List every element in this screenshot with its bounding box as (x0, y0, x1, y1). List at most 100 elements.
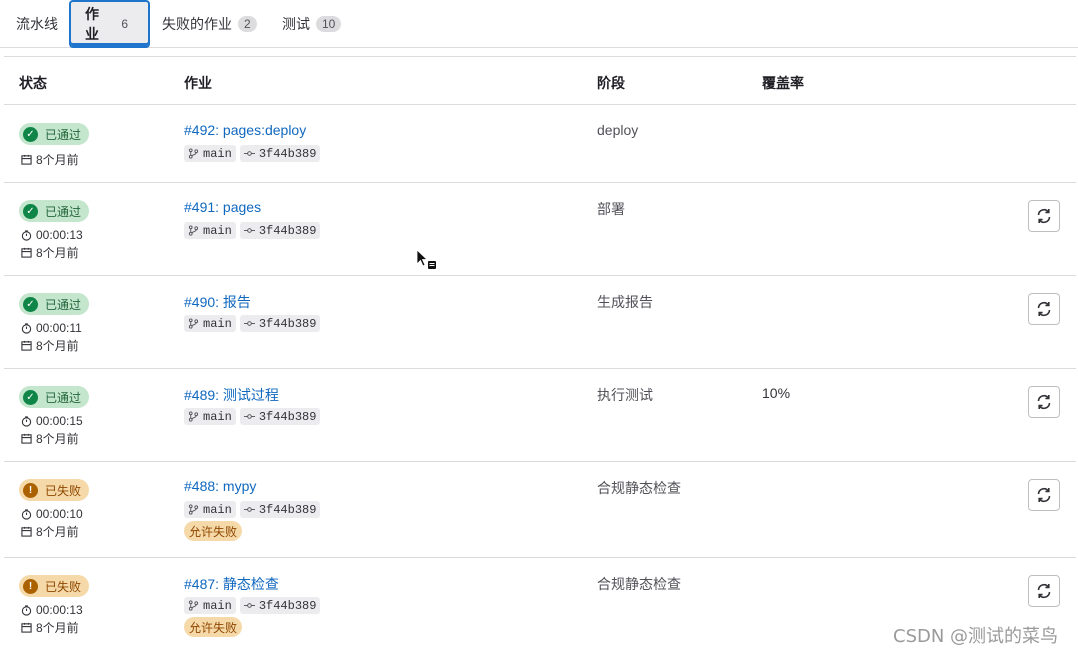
commit-ref[interactable]: 3f44b389 (239, 315, 321, 332)
job-duration: 00:00:13 (21, 228, 83, 242)
commit-icon (243, 414, 255, 419)
job-age: 8个月前 (21, 619, 79, 636)
status-label: 已通过 (45, 127, 82, 142)
branch-name: main (203, 409, 232, 424)
commit-sha: 3f44b389 (258, 146, 317, 161)
commit-sha: 3f44b389 (258, 598, 317, 613)
tab-tests[interactable]: 测试 10 (268, 0, 355, 48)
commit-ref[interactable]: 3f44b389 (239, 408, 321, 425)
job-refs: main 3f44b389 (184, 145, 321, 162)
calendar-icon (21, 526, 32, 537)
job-refs: main 3f44b389 (184, 315, 321, 332)
check-circle-icon: ✓ (23, 389, 38, 405)
job-stage: 部署 (597, 201, 625, 217)
tab-jobs[interactable]: 作业 6 (69, 0, 150, 48)
calendar-icon (21, 622, 32, 633)
commit-icon (243, 603, 255, 608)
age-text: 8个月前 (36, 339, 79, 353)
warning-circle-icon: ! (23, 578, 38, 594)
job-stage: 合规静态检查 (597, 480, 681, 496)
check-circle-icon: ✓ (23, 126, 38, 142)
job-duration: 00:00:10 (21, 507, 83, 521)
duration-text: 00:00:10 (36, 507, 83, 521)
job-stage: 生成报告 (597, 294, 653, 310)
commit-ref[interactable]: 3f44b389 (239, 597, 321, 614)
job-age: 8个月前 (21, 244, 79, 261)
branch-ref[interactable]: main (184, 501, 236, 518)
job-link[interactable]: #489: 测试过程 (184, 385, 279, 405)
duration-text: 00:00:15 (36, 414, 83, 428)
mouse-cursor-icon (416, 249, 436, 269)
job-link[interactable]: #488: mypy (184, 478, 256, 494)
branch-ref[interactable]: main (184, 408, 236, 425)
status-label: 已通过 (45, 204, 82, 219)
branch-name: main (203, 502, 232, 517)
tab-label: 流水线 (16, 16, 58, 32)
commit-ref[interactable]: 3f44b389 (239, 145, 321, 162)
timer-icon (21, 508, 32, 520)
check-circle-icon: ✓ (23, 203, 38, 219)
retry-button[interactable] (1028, 293, 1060, 325)
branch-ref[interactable]: main (184, 145, 236, 162)
warning-circle-icon: ! (23, 482, 38, 498)
job-refs: main 3f44b389 (184, 501, 321, 518)
job-refs: main 3f44b389 (184, 408, 321, 425)
watermark: CSDN @测试的菜鸟 (893, 626, 1059, 647)
branch-icon (188, 225, 199, 236)
tab-pipeline[interactable]: 流水线 (2, 0, 72, 48)
retry-icon (1037, 394, 1051, 410)
commit-ref[interactable]: 3f44b389 (239, 501, 321, 518)
calendar-icon (21, 433, 32, 444)
job-stage: 合规静态检查 (597, 576, 681, 592)
job-duration: 00:00:13 (21, 603, 83, 617)
commit-icon (243, 321, 255, 326)
status-label: 已失败 (45, 483, 82, 498)
age-text: 8个月前 (36, 246, 79, 260)
branch-ref[interactable]: main (184, 222, 236, 239)
retry-button[interactable] (1028, 575, 1060, 607)
status-label: 已通过 (45, 297, 82, 312)
table-header: 状态 作业 阶段 覆盖率 (4, 57, 1076, 105)
job-link[interactable]: #492: pages:deploy (184, 122, 306, 138)
commit-ref[interactable]: 3f44b389 (239, 222, 321, 239)
branch-ref[interactable]: main (184, 597, 236, 614)
branch-icon (188, 504, 199, 515)
allowed-to-fail-badge: 允许失败 (184, 521, 243, 541)
job-link[interactable]: #491: pages (184, 199, 261, 215)
commit-sha: 3f44b389 (258, 316, 317, 331)
tab-label: 失败的作业 (162, 16, 232, 32)
status-badge[interactable]: ✓ 已通过 (19, 200, 90, 222)
retry-button[interactable] (1028, 200, 1060, 232)
retry-icon (1037, 301, 1051, 317)
commit-sha: 3f44b389 (258, 502, 317, 517)
check-circle-icon: ✓ (23, 296, 38, 312)
job-duration: 00:00:15 (21, 414, 83, 428)
job-link[interactable]: #490: 报告 (184, 292, 251, 312)
job-link[interactable]: #487: 静态检查 (184, 574, 279, 594)
age-text: 8个月前 (36, 153, 79, 167)
retry-icon (1037, 208, 1051, 224)
column-coverage: 覆盖率 (762, 75, 804, 91)
status-badge[interactable]: ✓ 已通过 (19, 386, 90, 408)
job-age: 8个月前 (21, 337, 79, 354)
calendar-icon (21, 154, 32, 165)
age-text: 8个月前 (36, 525, 79, 539)
branch-icon (188, 148, 199, 159)
retry-button[interactable] (1028, 386, 1060, 418)
branch-ref[interactable]: main (184, 315, 236, 332)
status-badge[interactable]: ✓ 已通过 (19, 123, 90, 145)
table-row: ✓ 已通过 00:00:13 8个月前 #491: pages main 3f4… (4, 183, 1076, 276)
job-stage: deploy (597, 122, 639, 138)
status-badge[interactable]: ! 已失败 (19, 575, 90, 597)
table-row: ✓ 已通过 00:00:11 8个月前 #490: 报告 main 3f44b3… (4, 276, 1076, 369)
retry-button[interactable] (1028, 479, 1060, 511)
branch-icon (188, 318, 199, 329)
status-badge[interactable]: ! 已失败 (19, 479, 90, 501)
job-refs: main 3f44b389 (184, 597, 321, 614)
tab-failed-jobs[interactable]: 失败的作业 2 (148, 0, 271, 48)
job-age: 8个月前 (21, 523, 79, 540)
tab-label: 作业 (85, 6, 99, 42)
branch-name: main (203, 223, 232, 238)
job-stage: 执行测试 (597, 387, 653, 403)
status-badge[interactable]: ✓ 已通过 (19, 293, 90, 315)
